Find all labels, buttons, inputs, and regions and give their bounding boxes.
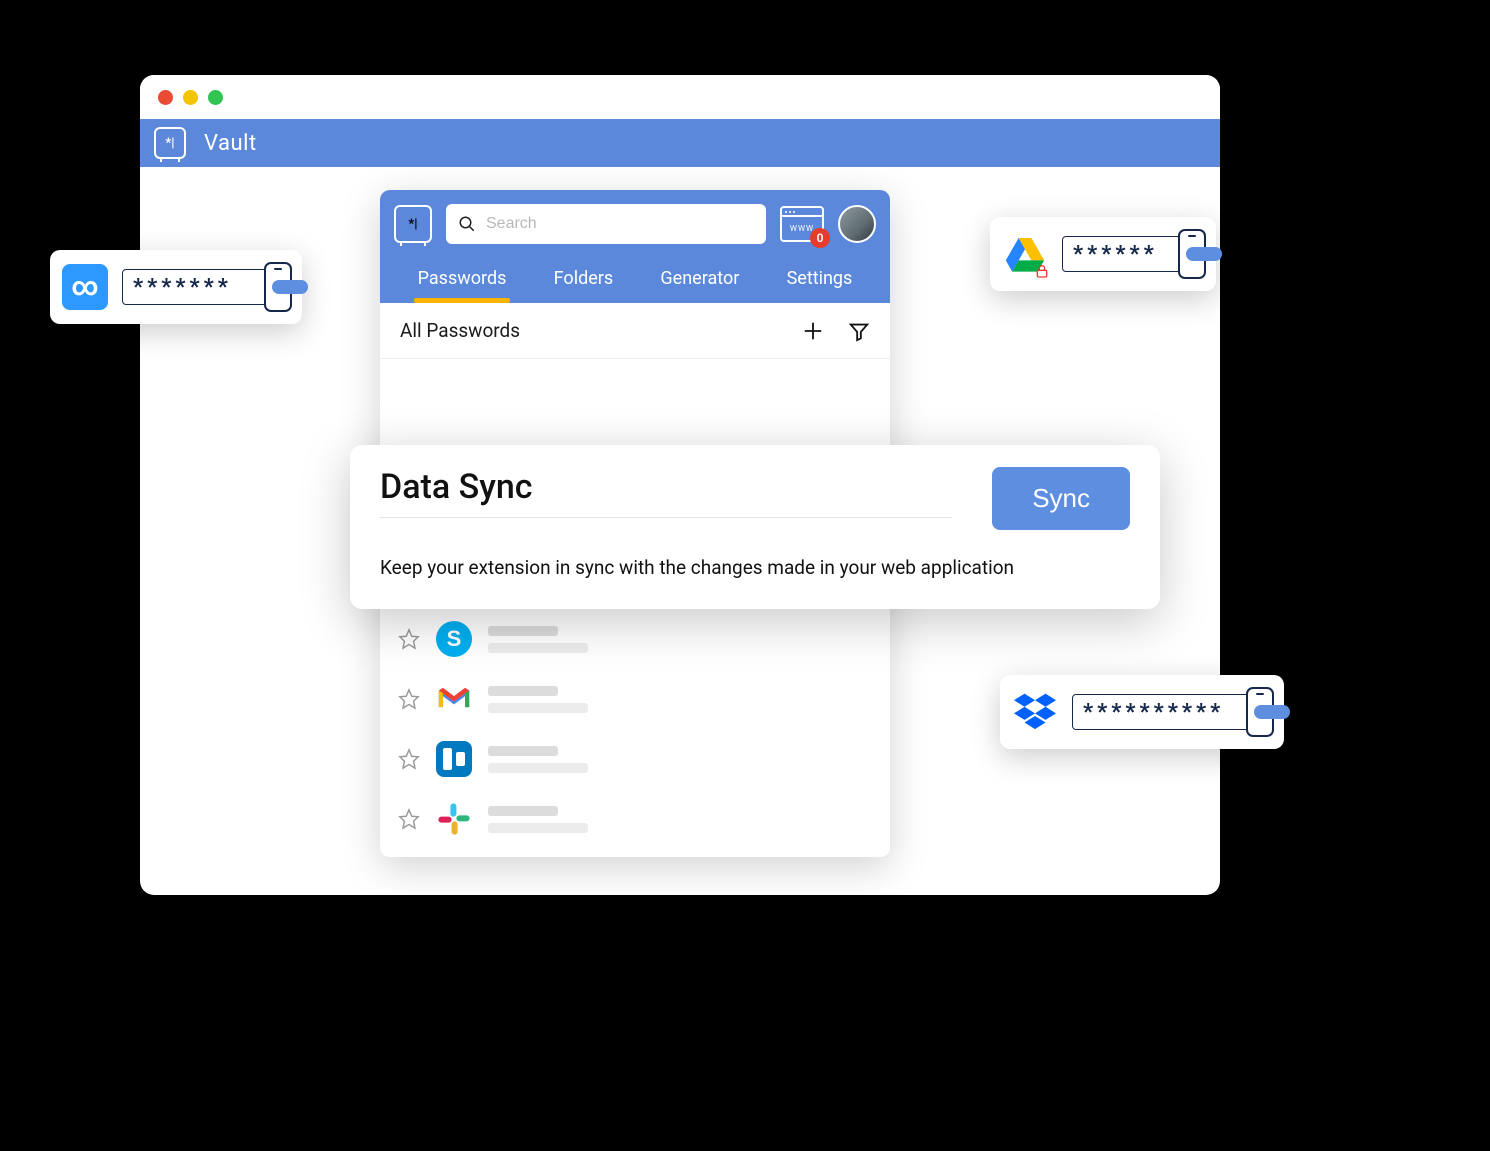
password-card-infinity: ∞ ******* <box>50 250 302 324</box>
trello-icon <box>436 741 472 777</box>
item-placeholder-text <box>488 626 588 653</box>
data-sync-title: Data Sync <box>380 467 952 518</box>
search-icon <box>458 215 476 233</box>
extension-header: *| WWW 0 Passwords Folders Generator Set… <box>380 190 890 303</box>
tab-folders[interactable]: Folders <box>550 258 618 303</box>
sync-button[interactable]: Sync <box>992 467 1130 530</box>
item-placeholder-text <box>488 746 588 773</box>
infinity-icon: ∞ <box>62 264 108 310</box>
app-header: *| Vault <box>140 119 1220 167</box>
list-item[interactable] <box>380 669 890 729</box>
item-placeholder-text <box>488 806 588 833</box>
tab-generator[interactable]: Generator <box>656 258 743 303</box>
favorite-star-icon[interactable] <box>398 628 420 650</box>
browser-sessions-icon[interactable]: WWW 0 <box>780 206 824 242</box>
password-card-drive: ****** <box>990 217 1216 291</box>
password-list-header: All Passwords <box>380 303 890 359</box>
filter-icon[interactable] <box>848 320 870 342</box>
phone-icon <box>1246 687 1274 737</box>
password-card-dropbox: ********** <box>1000 675 1284 749</box>
item-placeholder-text <box>488 686 588 713</box>
add-password-icon[interactable] <box>802 320 824 342</box>
vault-logo-icon: *| <box>394 205 432 243</box>
window-titlebar <box>140 75 1220 119</box>
avatar[interactable] <box>838 205 876 243</box>
password-list-title: All Passwords <box>400 319 520 342</box>
list-item[interactable] <box>380 789 890 849</box>
tab-passwords[interactable]: Passwords <box>414 258 511 303</box>
gmail-icon <box>436 681 472 717</box>
skype-icon: S <box>436 621 472 657</box>
close-icon[interactable] <box>158 90 173 105</box>
data-sync-card: Data Sync Sync Keep your extension in sy… <box>350 445 1160 609</box>
favorite-star-icon[interactable] <box>398 748 420 770</box>
sessions-badge: 0 <box>810 228 830 248</box>
search-input[interactable] <box>486 215 754 233</box>
phone-icon <box>264 262 292 312</box>
tab-settings[interactable]: Settings <box>783 258 857 303</box>
list-item[interactable] <box>380 729 890 789</box>
drive-icon <box>1002 231 1048 277</box>
search-box[interactable] <box>446 204 766 244</box>
dropbox-icon <box>1012 689 1058 735</box>
list-item[interactable]: S <box>380 609 890 669</box>
vault-logo-glyph: *| <box>408 217 417 232</box>
favorite-star-icon[interactable] <box>398 688 420 710</box>
masked-password: ********** <box>1072 694 1272 730</box>
data-sync-description: Keep your extension in sync with the cha… <box>380 556 1130 579</box>
app-title: Vault <box>204 131 257 156</box>
maximize-icon[interactable] <box>208 90 223 105</box>
minimize-icon[interactable] <box>183 90 198 105</box>
phone-icon <box>1178 229 1206 279</box>
vault-logo-icon: *| <box>154 127 186 159</box>
extension-tabs: Passwords Folders Generator Settings <box>394 258 876 303</box>
favorite-star-icon[interactable] <box>398 808 420 830</box>
lock-icon <box>1034 263 1050 279</box>
vault-logo-glyph: *| <box>165 136 174 151</box>
slack-icon <box>436 801 472 837</box>
